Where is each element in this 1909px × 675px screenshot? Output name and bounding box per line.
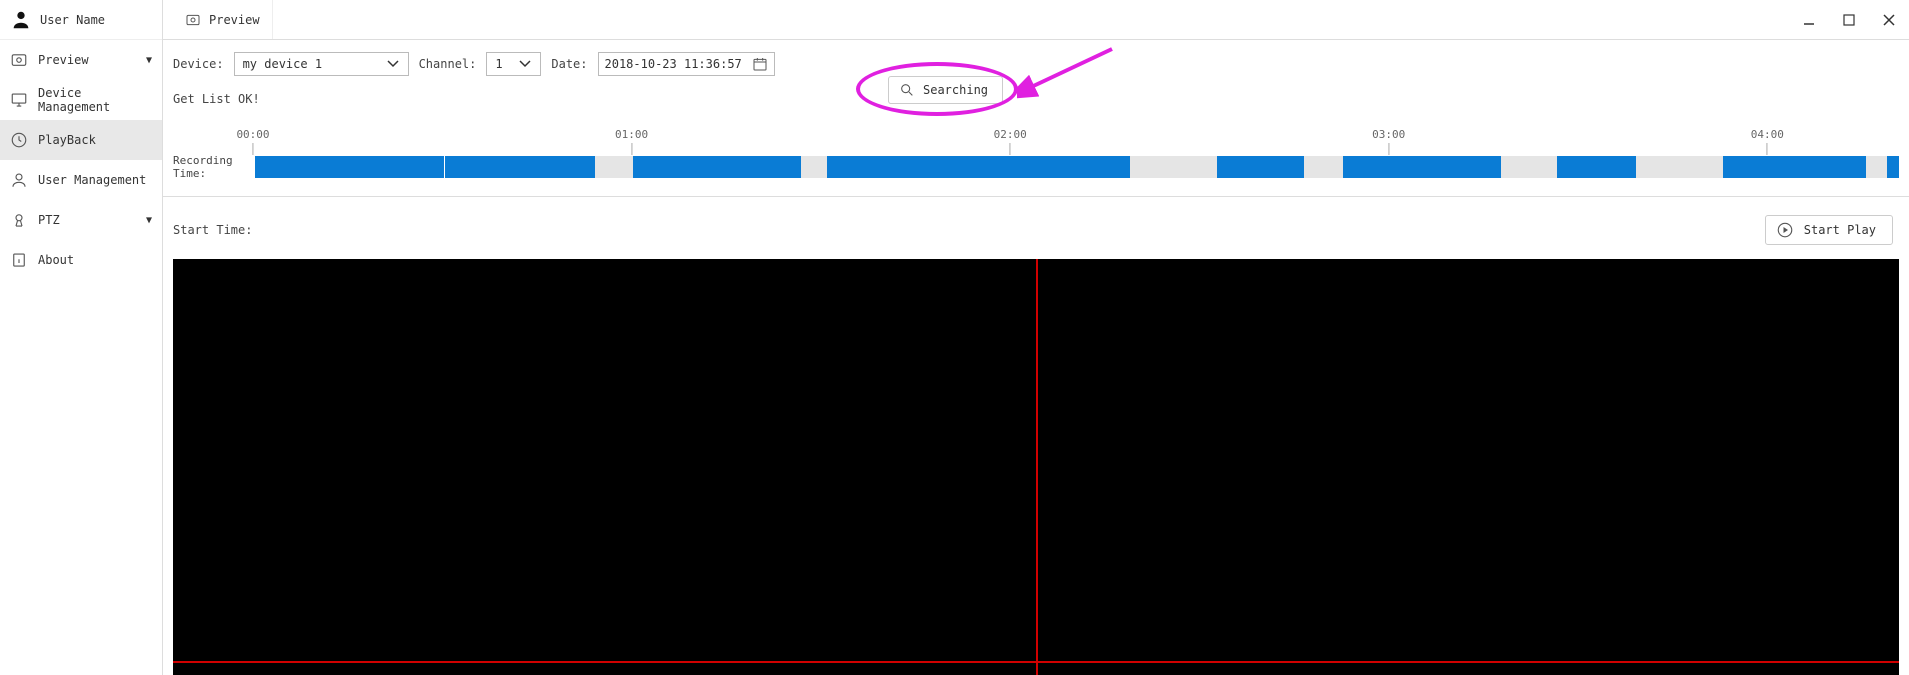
search-icon (899, 82, 915, 98)
recording-segment[interactable] (1217, 156, 1304, 178)
user-icon (10, 9, 32, 31)
grid-divider-vertical (1036, 259, 1038, 675)
status-row: Get List OK! Searching (163, 82, 1909, 114)
start-play-label: Start Play (1804, 223, 1876, 237)
recording-segment[interactable] (1557, 156, 1636, 178)
recording-segment[interactable] (1723, 156, 1866, 178)
timeline-tick: 03:00 (1372, 128, 1405, 155)
tab-preview[interactable]: Preview (173, 0, 273, 39)
main-panel: Preview Device: my device 1 Channel: (163, 0, 1909, 675)
device-value: my device 1 (243, 57, 322, 71)
start-time-label: Start Time: (173, 223, 252, 237)
recording-row: Recording Time: (173, 154, 1899, 180)
sidebar-item-label: Preview (38, 53, 89, 67)
sidebar-item-ptz[interactable]: PTZ ▼ (0, 200, 162, 240)
device-select[interactable]: my device 1 (234, 52, 409, 76)
recording-segment[interactable] (255, 156, 595, 178)
start-play-button[interactable]: Start Play (1765, 215, 1893, 245)
device-label: Device: (173, 57, 224, 71)
sidebar-item-device-management[interactable]: Device Management (0, 80, 162, 120)
date-label: Date: (551, 57, 587, 71)
camera-icon (10, 51, 28, 69)
sidebar-item-playback[interactable]: PlayBack (0, 120, 162, 160)
date-input[interactable]: 2018-10-23 11:36:57 (598, 52, 775, 76)
window-controls (1789, 0, 1909, 40)
sidebar-item-user-management[interactable]: User Management (0, 160, 162, 200)
segment-divider (444, 156, 445, 178)
timeline-tick: 04:00 (1751, 128, 1784, 155)
filter-bar: Device: my device 1 Channel: 1 Date: 201… (163, 40, 1909, 82)
calendar-icon (752, 56, 768, 72)
chevron-down-icon: ▼ (146, 215, 152, 226)
sidebar-item-label: PlayBack (38, 133, 96, 147)
tab-label: Preview (209, 13, 260, 27)
start-row: Start Time: Start Play (163, 197, 1909, 259)
user-row: User Name (0, 0, 162, 40)
sidebar-item-preview[interactable]: Preview ▼ (0, 40, 162, 80)
recording-segment[interactable] (1887, 156, 1899, 178)
recording-segment[interactable] (827, 156, 1129, 178)
search-button[interactable]: Searching (888, 76, 1003, 104)
recording-segment[interactable] (633, 156, 801, 178)
clock-icon (10, 131, 28, 149)
channel-value: 1 (495, 57, 502, 71)
minimize-button[interactable] (1789, 0, 1829, 40)
chevron-down-icon: ▼ (146, 55, 152, 66)
chevron-down-icon (386, 59, 400, 69)
info-icon (10, 251, 28, 269)
maximize-button[interactable] (1829, 0, 1869, 40)
recording-segment[interactable] (1343, 156, 1501, 178)
user-name-label: User Name (40, 13, 105, 27)
sidebar-item-label: About (38, 253, 74, 267)
grid-divider-horizontal (173, 661, 1899, 663)
sidebar: User Name Preview ▼ Device Management Pl… (0, 0, 163, 675)
sidebar-item-label: Device Management (38, 86, 152, 114)
ptz-icon (10, 211, 28, 229)
recording-track[interactable] (255, 156, 1899, 178)
chevron-down-icon (518, 59, 532, 69)
search-button-label: Searching (923, 83, 988, 97)
channel-select[interactable]: 1 (486, 52, 541, 76)
status-text: Get List OK! (173, 92, 260, 106)
titlebar: Preview (163, 0, 1909, 40)
recording-label: Recording Time: (173, 154, 243, 180)
play-icon (1776, 221, 1794, 239)
camera-icon (185, 12, 201, 28)
monitor-icon (10, 91, 28, 109)
timeline-tick: 02:00 (994, 128, 1027, 155)
timeline: 00:00 01:00 02:00 03:00 04:00 Recording … (163, 114, 1909, 180)
app-root: User Name Preview ▼ Device Management Pl… (0, 0, 1909, 675)
sidebar-item-about[interactable]: About (0, 240, 162, 280)
sidebar-item-label: PTZ (38, 213, 60, 227)
timeline-tick: 00:00 (236, 128, 269, 155)
date-value: 2018-10-23 11:36:57 (605, 57, 742, 71)
channel-label: Channel: (419, 57, 477, 71)
timeline-ruler: 00:00 01:00 02:00 03:00 04:00 (253, 128, 1899, 154)
close-button[interactable] (1869, 0, 1909, 40)
timeline-tick: 01:00 (615, 128, 648, 155)
sidebar-item-label: User Management (38, 173, 146, 187)
video-grid[interactable] (173, 259, 1899, 675)
person-icon (10, 171, 28, 189)
